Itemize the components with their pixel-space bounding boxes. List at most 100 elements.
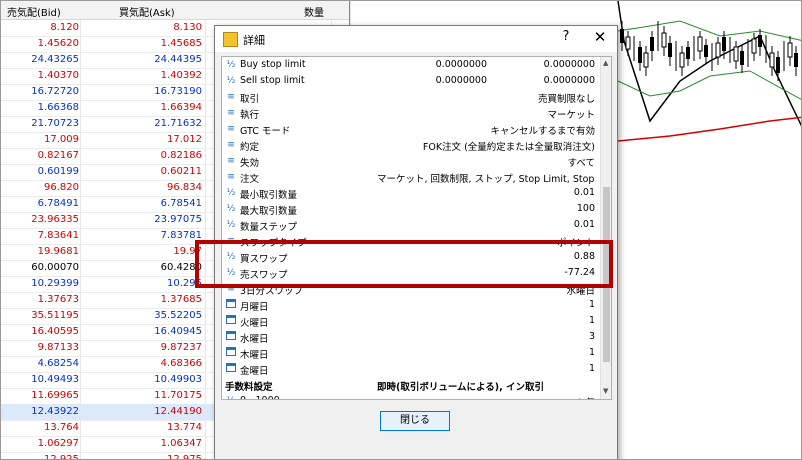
bid-price: 96.820 bbox=[44, 182, 79, 193]
bid-price: 1.37673 bbox=[37, 294, 79, 305]
bid-price: 6.78491 bbox=[37, 198, 79, 209]
dialog-app-icon bbox=[223, 32, 238, 47]
property-value: 0.01 bbox=[573, 219, 595, 230]
property-row[interactable]: ½ 最大取引数量 100 bbox=[222, 201, 600, 218]
property-value: 100 bbox=[576, 203, 595, 214]
calendar-icon bbox=[224, 314, 238, 328]
fraction-icon: ½ bbox=[226, 204, 236, 214]
property-row[interactable]: ½ Sell stop limit 0.0000000 0.0000000 bbox=[222, 73, 600, 90]
calendar-icon bbox=[224, 346, 238, 360]
property-label: 最大取引数量 bbox=[240, 206, 298, 217]
scroll-down-icon[interactable]: ▼ bbox=[603, 387, 608, 395]
property-row[interactable]: 木曜日 1 bbox=[222, 345, 600, 362]
ask-price: 6.78541 bbox=[160, 198, 202, 209]
property-row[interactable]: ≡ GTC モード キャンセルするまで有効 bbox=[222, 121, 600, 138]
property-label: 手数料設定 bbox=[225, 382, 273, 393]
ask-price: 7.83781 bbox=[160, 230, 202, 241]
bid-price: 13.764 bbox=[44, 422, 79, 433]
bid-price: 24.43265 bbox=[31, 54, 79, 65]
property-value: 1 bbox=[588, 363, 595, 374]
property-row[interactable]: ½ Buy stop limit 0.0000000 0.0000000 bbox=[222, 57, 600, 74]
ask-column-header[interactable]: 買気配(Ask) bbox=[119, 4, 175, 19]
property-row[interactable]: ≡ 約定 FOK注文 (全量約定または全量取消注文) bbox=[222, 137, 600, 154]
bid-price: 1.40370 bbox=[37, 70, 79, 81]
bid-price: 1.66368 bbox=[37, 102, 79, 113]
property-row[interactable]: ≡ 執行 マーケット bbox=[222, 105, 600, 122]
dialog-title: 詳細 bbox=[243, 34, 265, 47]
property-row[interactable]: ≡ 注文 マーケット, 回数制限, ストップ, Stop Limit, Stop L… bbox=[222, 169, 600, 186]
property-value: 即時(取引ボリュームによる), イン取引 bbox=[377, 382, 545, 393]
property-label: 執行 bbox=[240, 110, 260, 121]
calendar-icon bbox=[224, 362, 238, 376]
ask-price: 9.87237 bbox=[160, 342, 202, 353]
list-icon: ≡ bbox=[227, 124, 235, 134]
bid-price: 0.82167 bbox=[37, 150, 79, 161]
ask-price: 96.834 bbox=[167, 182, 202, 193]
property-row[interactable]: ½ 数量ステップ 0.01 bbox=[222, 217, 600, 234]
bid-price: 1.45620 bbox=[37, 38, 79, 49]
scroll-up-icon[interactable]: ▲ bbox=[603, 59, 608, 67]
bid-price: 19.9681 bbox=[37, 246, 79, 257]
ask-price: 11.70175 bbox=[154, 390, 202, 401]
fraction-icon: ½ bbox=[226, 188, 236, 198]
property-value-2: 0.0000000 bbox=[543, 59, 595, 70]
property-row[interactable]: ≡ 失効 すべて bbox=[222, 153, 600, 170]
property-label: 0 - 1000 bbox=[240, 395, 280, 399]
bid-column-header[interactable]: 売気配(Bid) bbox=[7, 4, 61, 19]
bid-price: 12.925 bbox=[44, 454, 79, 460]
property-row[interactable]: ½0 - 1000 7.20 JPY ロット毎 bbox=[222, 393, 600, 399]
property-label: 失効 bbox=[240, 158, 260, 169]
ask-price: 16.73190 bbox=[154, 86, 202, 97]
properties-grid: ½ Buy stop limit 0.0000000 0.0000000 ½ Sell s… bbox=[221, 56, 612, 400]
calendar-icon bbox=[224, 330, 238, 344]
bid-price: 10.29399 bbox=[31, 278, 79, 289]
bid-price: 10.49493 bbox=[31, 374, 79, 385]
screenshot-frame: 売気配(Bid) 買気配(Ask) 数量 8.120 8.130 1.45620 1.… bbox=[0, 0, 802, 460]
section-row[interactable]: 手数料設定 即時(取引ボリュームによる), イン取引 bbox=[222, 377, 600, 394]
property-value: 7.20 JPY ロット毎 bbox=[377, 395, 595, 399]
help-button[interactable]: ? bbox=[558, 29, 574, 47]
ask-price: 60.4280 bbox=[160, 262, 202, 273]
property-row[interactable]: ½ 最小取引数量 0.01 bbox=[222, 185, 600, 202]
bid-price: 35.51195 bbox=[31, 310, 79, 321]
close-button[interactable]: 閉じる bbox=[380, 411, 450, 431]
property-label: 木曜日 bbox=[240, 350, 269, 361]
bid-price: 23.96335 bbox=[31, 214, 79, 225]
property-value: 1 bbox=[588, 299, 595, 310]
swap-highlight-box bbox=[195, 240, 613, 288]
ask-price: 0.82186 bbox=[160, 150, 202, 161]
volume-column-header[interactable]: 数量 bbox=[304, 4, 324, 19]
property-value: すべて bbox=[567, 158, 595, 169]
fraction-icon: ½ bbox=[226, 220, 236, 230]
property-value-2: 0.0000000 bbox=[543, 75, 595, 86]
bid-price: 11.69965 bbox=[31, 390, 79, 401]
ask-price: 1.66394 bbox=[160, 102, 202, 113]
property-label: 注文 bbox=[240, 174, 260, 185]
property-value-1: 0.0000000 bbox=[435, 75, 487, 86]
bid-price: 0.60199 bbox=[37, 166, 79, 177]
fraction-icon: ½ bbox=[226, 76, 236, 86]
property-label: Buy stop limit bbox=[240, 59, 306, 70]
property-value: キャンセルするまで有効 bbox=[490, 126, 595, 137]
ask-price: 16.40945 bbox=[154, 326, 202, 337]
ask-price: 12.975 bbox=[167, 454, 202, 460]
bid-price: 7.83641 bbox=[37, 230, 79, 241]
bid-price: 4.68254 bbox=[37, 358, 79, 369]
ask-price: 10.295 bbox=[167, 278, 202, 289]
property-row[interactable]: 金曜日 1 bbox=[222, 361, 600, 378]
property-label: 火曜日 bbox=[240, 318, 269, 329]
property-row[interactable]: 月曜日 1 bbox=[222, 297, 600, 314]
property-label: GTC モード bbox=[240, 126, 291, 137]
property-row[interactable]: 火曜日 1 bbox=[222, 313, 600, 330]
property-row[interactable]: 水曜日 3 bbox=[222, 329, 600, 346]
property-label: 約定 bbox=[240, 142, 260, 153]
vertical-scrollbar[interactable]: ▲ ▼ bbox=[600, 57, 611, 399]
calendar-icon bbox=[224, 298, 238, 312]
property-row[interactable]: ≡ 取引 売買制限なし bbox=[222, 89, 600, 106]
property-label: 取引 bbox=[240, 94, 260, 105]
property-value: マーケット bbox=[547, 110, 595, 121]
ask-price: 1.45685 bbox=[160, 38, 202, 49]
bid-price: 16.40595 bbox=[31, 326, 79, 337]
property-label: 金曜日 bbox=[240, 366, 269, 377]
close-icon[interactable]: ✕ bbox=[591, 28, 609, 48]
